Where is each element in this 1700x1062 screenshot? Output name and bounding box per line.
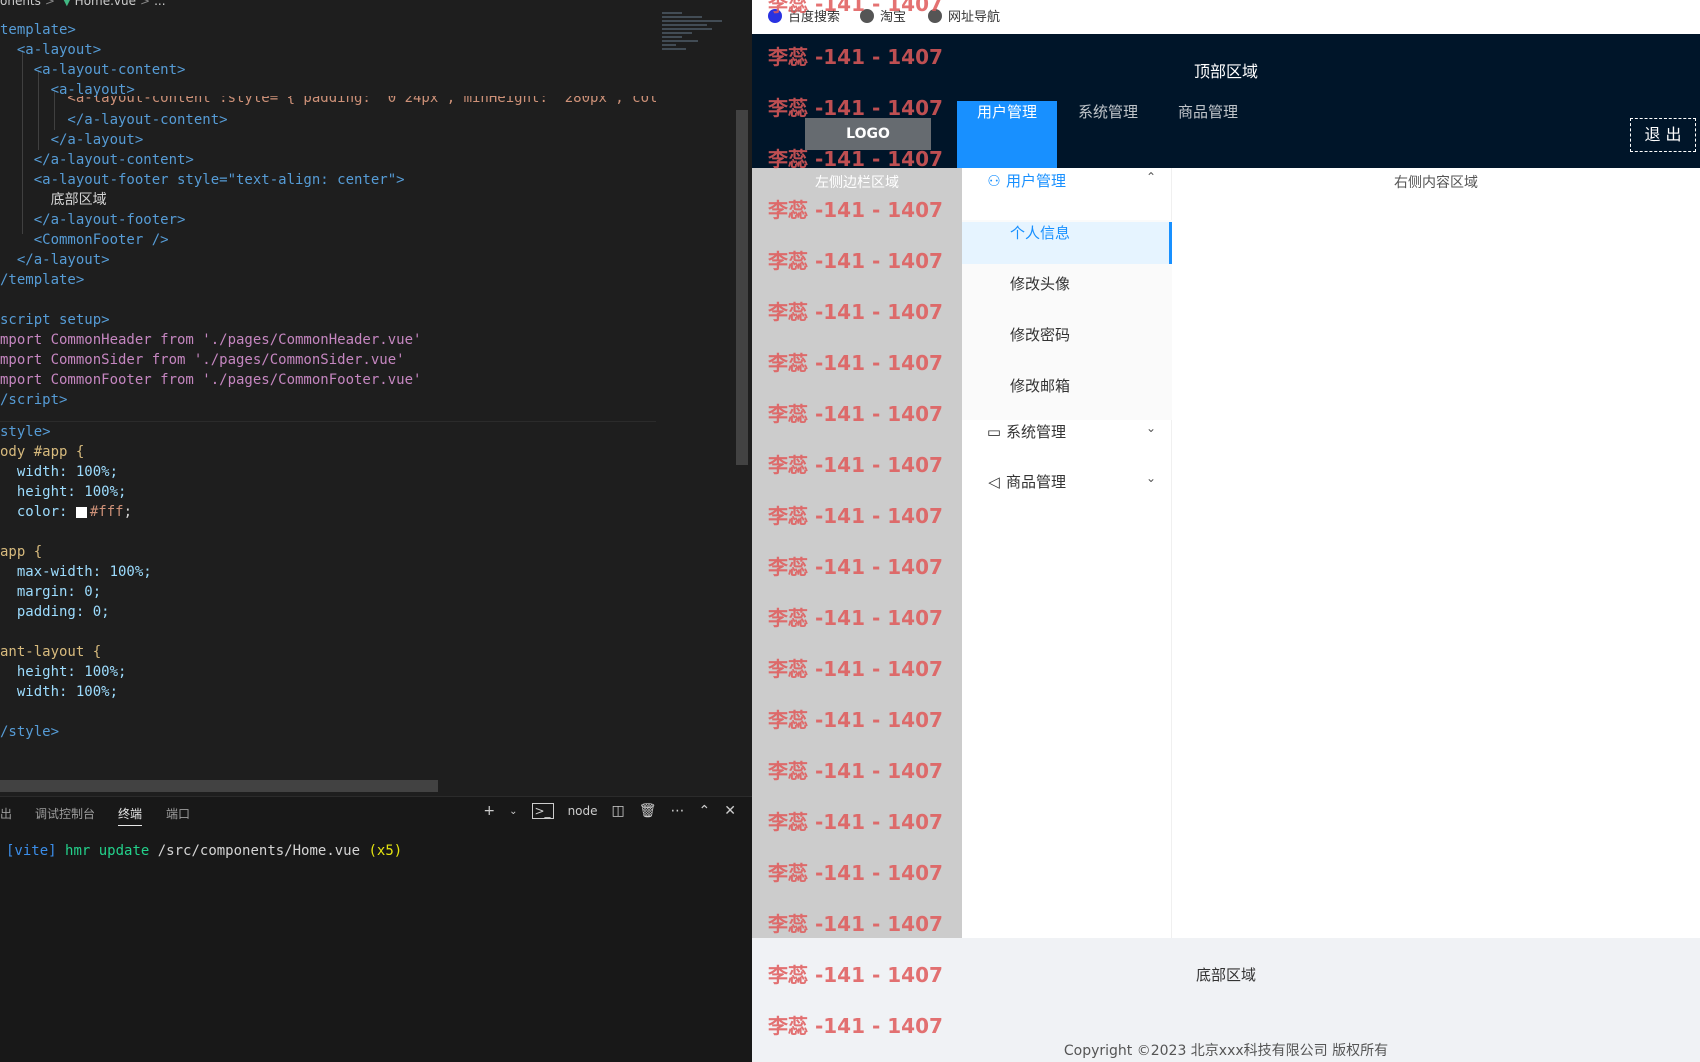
header-title: 顶部区域 <box>1193 62 1258 81</box>
code-line: /style> <box>0 724 60 740</box>
browser-pane[interactable]: 百度搜索 淘宝 网址导航 顶部区域 LOGO 用户管理 系统管理 商品管理 退 … <box>752 0 1700 1062</box>
code-line: ant-layout { <box>0 644 102 660</box>
globe-icon <box>860 8 874 23</box>
code-line: app { <box>0 544 43 560</box>
vertical-scrollbar[interactable] <box>736 110 748 465</box>
terminal-icon[interactable]: >_ <box>531 803 554 819</box>
nav-item-goods[interactable]: 商品管理 <box>1158 101 1258 168</box>
code-region-template[interactable]: template> <a-layout> <a-layout-content> … <box>0 10 656 430</box>
code-line: mport CommonHeader from './pages/CommonH… <box>0 332 422 348</box>
breadcrumb-more[interactable]: ... <box>154 0 165 8</box>
code-line: 底部区域 <box>0 192 107 208</box>
code-line: ody #app { <box>0 444 85 460</box>
code-line: </a-layout-content> <box>0 112 228 128</box>
code-line-partial: <a-layout-content :style="{ padding: '0 … <box>0 96 656 106</box>
maximize-panel-icon[interactable]: ⌃ <box>699 803 711 819</box>
breadcrumb-file[interactable]: Home.vue <box>75 0 136 8</box>
menu-item-email[interactable]: 修改邮箱 <box>962 375 1172 417</box>
code-line: </a-layout> <box>0 252 110 268</box>
code-line: <CommonFooter /> <box>0 232 169 248</box>
content-title: 右侧内容区域 <box>1394 175 1478 191</box>
baidu-icon <box>768 8 782 23</box>
header: 顶部区域 LOGO 用户管理 系统管理 商品管理 退 出 <box>752 34 1700 168</box>
logo[interactable]: LOGO <box>805 118 931 150</box>
bookmarks-bar: 百度搜索 淘宝 网址导航 <box>752 0 1700 34</box>
nav-item-user[interactable]: 用户管理 <box>957 101 1058 168</box>
code-line: color: #fff; <box>0 504 133 520</box>
user-icon: ⚇ <box>987 172 1001 190</box>
code-line: /script> <box>0 392 68 408</box>
content-area: 右侧内容区域 <box>1172 168 1700 938</box>
menu-sub-system[interactable]: ▭ 系统管理 ⌄ <box>962 421 1172 471</box>
split-terminal-icon[interactable]: ◫ <box>612 803 625 819</box>
megaphone-icon: ◁ <box>988 473 1000 491</box>
code-line: height: 100%; <box>0 664 127 680</box>
code-line: /template> <box>0 272 85 288</box>
copyright: Copyright ©2023 北京xxx科技有限公司 版权所有 <box>1063 1043 1389 1059</box>
menu-item-password[interactable]: 修改密码 <box>962 324 1172 366</box>
horizontal-scrollbar[interactable] <box>0 780 438 792</box>
terminal-name[interactable]: node <box>568 804 598 818</box>
code-line: width: 100%; <box>0 464 119 480</box>
code-line: style> <box>0 424 51 440</box>
terminal-output-line: [vite] hmr update /src/components/Home.v… <box>6 843 403 859</box>
code-line: </a-layout-content> <box>0 152 194 168</box>
add-terminal-icon[interactable]: + <box>483 803 495 819</box>
code-line: script setup> <box>0 312 110 328</box>
chevron-down-icon: ⌄ <box>1145 421 1156 435</box>
tab-terminal[interactable]: 终端 <box>118 805 143 826</box>
trash-icon[interactable]: 🗑 <box>639 803 657 819</box>
code-line: <a-layout-footer style="text-align: cent… <box>0 172 405 188</box>
left-sider: 左侧边栏区域 <box>752 168 962 938</box>
footer: 底部区域 Copyright ©2023 北京xxx科技有限公司 版权所有 <box>752 938 1700 1062</box>
more-icon[interactable]: ⋯ <box>671 803 685 819</box>
code-line: </a-layout-footer> <box>0 212 186 228</box>
bookmark-nav[interactable]: 网址导航 <box>928 6 1000 25</box>
code-line: width: 100%; <box>0 684 119 700</box>
close-icon[interactable]: ✕ <box>724 803 736 819</box>
nav-item-system[interactable]: 系统管理 <box>1058 101 1158 168</box>
menu-item-avatar[interactable]: 修改头像 <box>962 273 1172 315</box>
chevron-down-icon[interactable]: ⌄ <box>509 806 517 817</box>
terminal-panel[interactable]: 出 调试控制台 终端 端口 + ⌄ >_ node ◫ 🗑 ⋯ ⌃ ✕ [vit… <box>0 796 752 1062</box>
laptop-icon: ▭ <box>986 423 1002 441</box>
code-region-style[interactable]: style> ody #app { width: 100%; height: 1… <box>0 421 656 741</box>
globe-icon <box>928 8 942 23</box>
bookmark-baidu[interactable]: 百度搜索 <box>768 6 840 25</box>
menu-item-profile[interactable]: 个人信息 <box>962 222 1172 264</box>
tab-ports[interactable]: 端口 <box>166 805 190 822</box>
menu-sub-goods[interactable]: ◁ 商品管理 ⌄ <box>962 471 1172 521</box>
code-line: height: 100%; <box>0 484 127 500</box>
code-line: padding: 0; <box>0 604 110 620</box>
code-editor-pane[interactable]: onents > ▼ Home.vue >... template> <a-layout… <box>0 0 752 1062</box>
color-swatch[interactable] <box>75 506 87 518</box>
sider-title: 左侧边栏区域 <box>815 175 899 191</box>
footer-title: 底部区域 <box>1195 966 1256 984</box>
tab-output[interactable]: 出 <box>0 805 12 822</box>
minimap[interactable] <box>662 10 734 90</box>
code-line: </a-layout> <box>0 132 144 148</box>
menu-sub-user[interactable]: ⚇ 用户管理 ⌃ <box>962 170 1172 220</box>
chevron-down-icon: ⌄ <box>1145 471 1156 485</box>
code-line: mport CommonFooter from './pages/CommonF… <box>0 372 422 388</box>
vue-file-icon: ▼ <box>62 0 71 8</box>
terminal-actions: + ⌄ >_ node ◫ 🗑 ⋯ ⌃ ✕ <box>483 803 736 819</box>
code-line: max-width: 100%; <box>0 564 152 580</box>
tab-debug-console[interactable]: 调试控制台 <box>35 805 95 822</box>
code-line: <a-layout-content> <box>0 62 186 78</box>
logout-button[interactable]: 退 出 <box>1630 118 1696 152</box>
code-line: <a-layout> <box>0 42 102 58</box>
chevron-up-icon: ⌃ <box>1145 170 1156 184</box>
code-line: margin: 0; <box>0 584 102 600</box>
breadcrumb-folder[interactable]: onents <box>0 0 41 8</box>
bookmark-taobao[interactable]: 淘宝 <box>860 6 906 25</box>
code-line: mport CommonSider from './pages/CommonSi… <box>0 352 405 368</box>
code-line: template> <box>0 22 76 38</box>
